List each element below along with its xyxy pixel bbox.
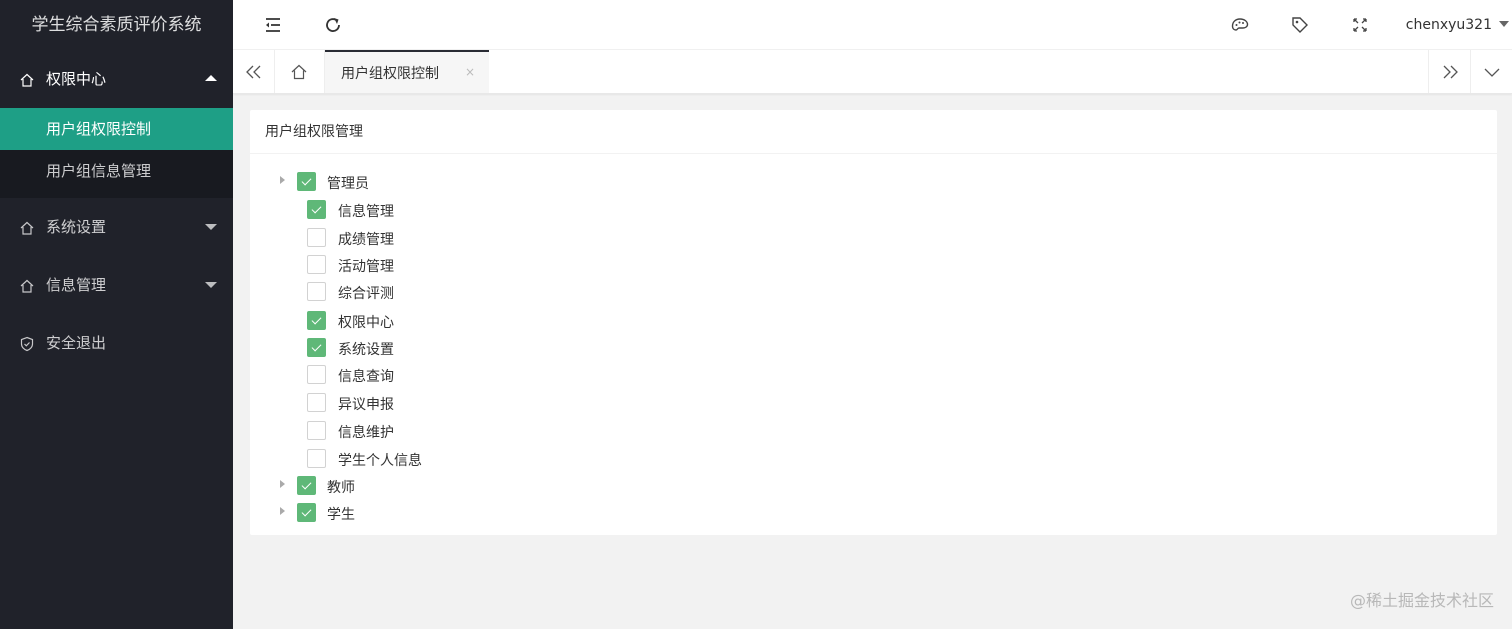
tree-node-label: 综合评测 [338, 286, 394, 302]
fullscreen-icon[interactable] [1350, 15, 1370, 35]
tag-icon[interactable] [1290, 15, 1310, 35]
app-title: 学生综合素质评价系统 [31, 15, 202, 35]
chevron-down-icon [205, 224, 217, 230]
sidebar-item-label: 安全退出 [46, 334, 107, 352]
expand-caret-icon[interactable] [280, 176, 285, 184]
tree-node-label: 教师 [327, 480, 355, 496]
tree-node-label: 权限中心 [338, 315, 394, 331]
sidebar-item-info-management[interactable]: 信息管理 [0, 256, 233, 314]
tree-checkbox[interactable] [297, 172, 316, 191]
expand-caret-icon[interactable] [280, 507, 285, 515]
tree-checkbox[interactable] [307, 449, 326, 468]
submenu: 用户组权限控制 用户组信息管理 [0, 108, 233, 198]
tab-label: 用户组权限控制 [341, 66, 439, 82]
tree-node-label: 信息查询 [338, 369, 394, 385]
sidebar-item-label: 信息管理 [46, 276, 107, 294]
sidebar-item-system-settings[interactable]: 系统设置 [0, 198, 233, 256]
user-menu[interactable]: chenxyu321 [1406, 0, 1492, 50]
tree-node-label: 学生 [327, 507, 355, 523]
tree-node-label: 管理员 [327, 176, 369, 192]
tree-checkbox[interactable] [307, 421, 326, 440]
tree-checkbox[interactable] [297, 476, 316, 495]
refresh-icon[interactable] [323, 15, 343, 35]
home-tab[interactable] [275, 50, 325, 93]
tree-node-label: 信息维护 [338, 425, 394, 441]
watermark: @稀土掘金技术社区 [1349, 591, 1494, 610]
home-icon [291, 64, 307, 80]
double-chevron-right-icon [1443, 65, 1458, 79]
chevron-down-icon [205, 282, 217, 288]
tabs-dropdown-button[interactable] [1470, 50, 1512, 93]
double-chevron-left-icon [246, 65, 261, 79]
chevron-down-icon [1484, 68, 1500, 77]
tree-node-label: 成绩管理 [338, 232, 394, 248]
tree-node-label: 活动管理 [338, 259, 394, 275]
tree-checkbox[interactable] [307, 338, 326, 357]
tree-checkbox[interactable] [307, 255, 326, 274]
theme-palette-icon[interactable] [1230, 15, 1250, 35]
tree-checkbox[interactable] [307, 365, 326, 384]
tree-node-label: 系统设置 [338, 342, 394, 358]
tree-node-label: 信息管理 [338, 204, 394, 220]
chevron-up-icon [205, 75, 217, 81]
tabs-scroll-right-button[interactable] [1428, 50, 1470, 93]
shield-icon [20, 336, 34, 352]
tree-node-label: 学生个人信息 [338, 453, 422, 469]
sidebar-item-label: 系统设置 [46, 218, 107, 236]
caret-down-icon [1499, 21, 1509, 27]
home-icon [20, 73, 34, 87]
sidebar-item-label: 权限中心 [46, 70, 107, 88]
tab-group-permission-control[interactable]: 用户组权限控制 × [325, 50, 489, 93]
sidebar-item-logout[interactable]: 安全退出 [0, 314, 233, 372]
card-title: 用户组权限管理 [250, 110, 1497, 154]
top-header: chenxyu321 [233, 0, 1512, 50]
home-icon [20, 221, 34, 235]
tree-node-label: 异议申报 [338, 397, 394, 413]
tree-checkbox[interactable] [307, 282, 326, 301]
tabs-scroll-left-button[interactable] [233, 50, 275, 93]
sidebar-item-permission-center[interactable]: 权限中心 [0, 50, 233, 108]
tree-checkbox[interactable] [307, 393, 326, 412]
close-icon[interactable]: × [465, 65, 475, 79]
sidebar: 学生综合素质评价系统 权限中心 用户组权限控制 用户组信息管理 系统设置 信息管… [0, 0, 233, 629]
sidebar-subitem-group-permission-control[interactable]: 用户组权限控制 [0, 108, 233, 150]
tree-checkbox[interactable] [307, 228, 326, 247]
shrink-menu-icon[interactable] [263, 15, 283, 35]
sidebar-subitem-group-info-management[interactable]: 用户组信息管理 [0, 150, 233, 192]
username: chenxyu321 [1405, 17, 1492, 33]
permission-card: 用户组权限管理 管理员 信息管理 成绩管理 活动管理 综合评测 权限中心 系统设… [250, 110, 1497, 535]
tree-checkbox[interactable] [307, 311, 326, 330]
tabs-bar: 用户组权限控制 × [233, 50, 1512, 94]
home-icon [20, 279, 34, 293]
tree-checkbox[interactable] [297, 503, 316, 522]
tree-checkbox[interactable] [307, 200, 326, 219]
expand-caret-icon[interactable] [280, 480, 285, 488]
